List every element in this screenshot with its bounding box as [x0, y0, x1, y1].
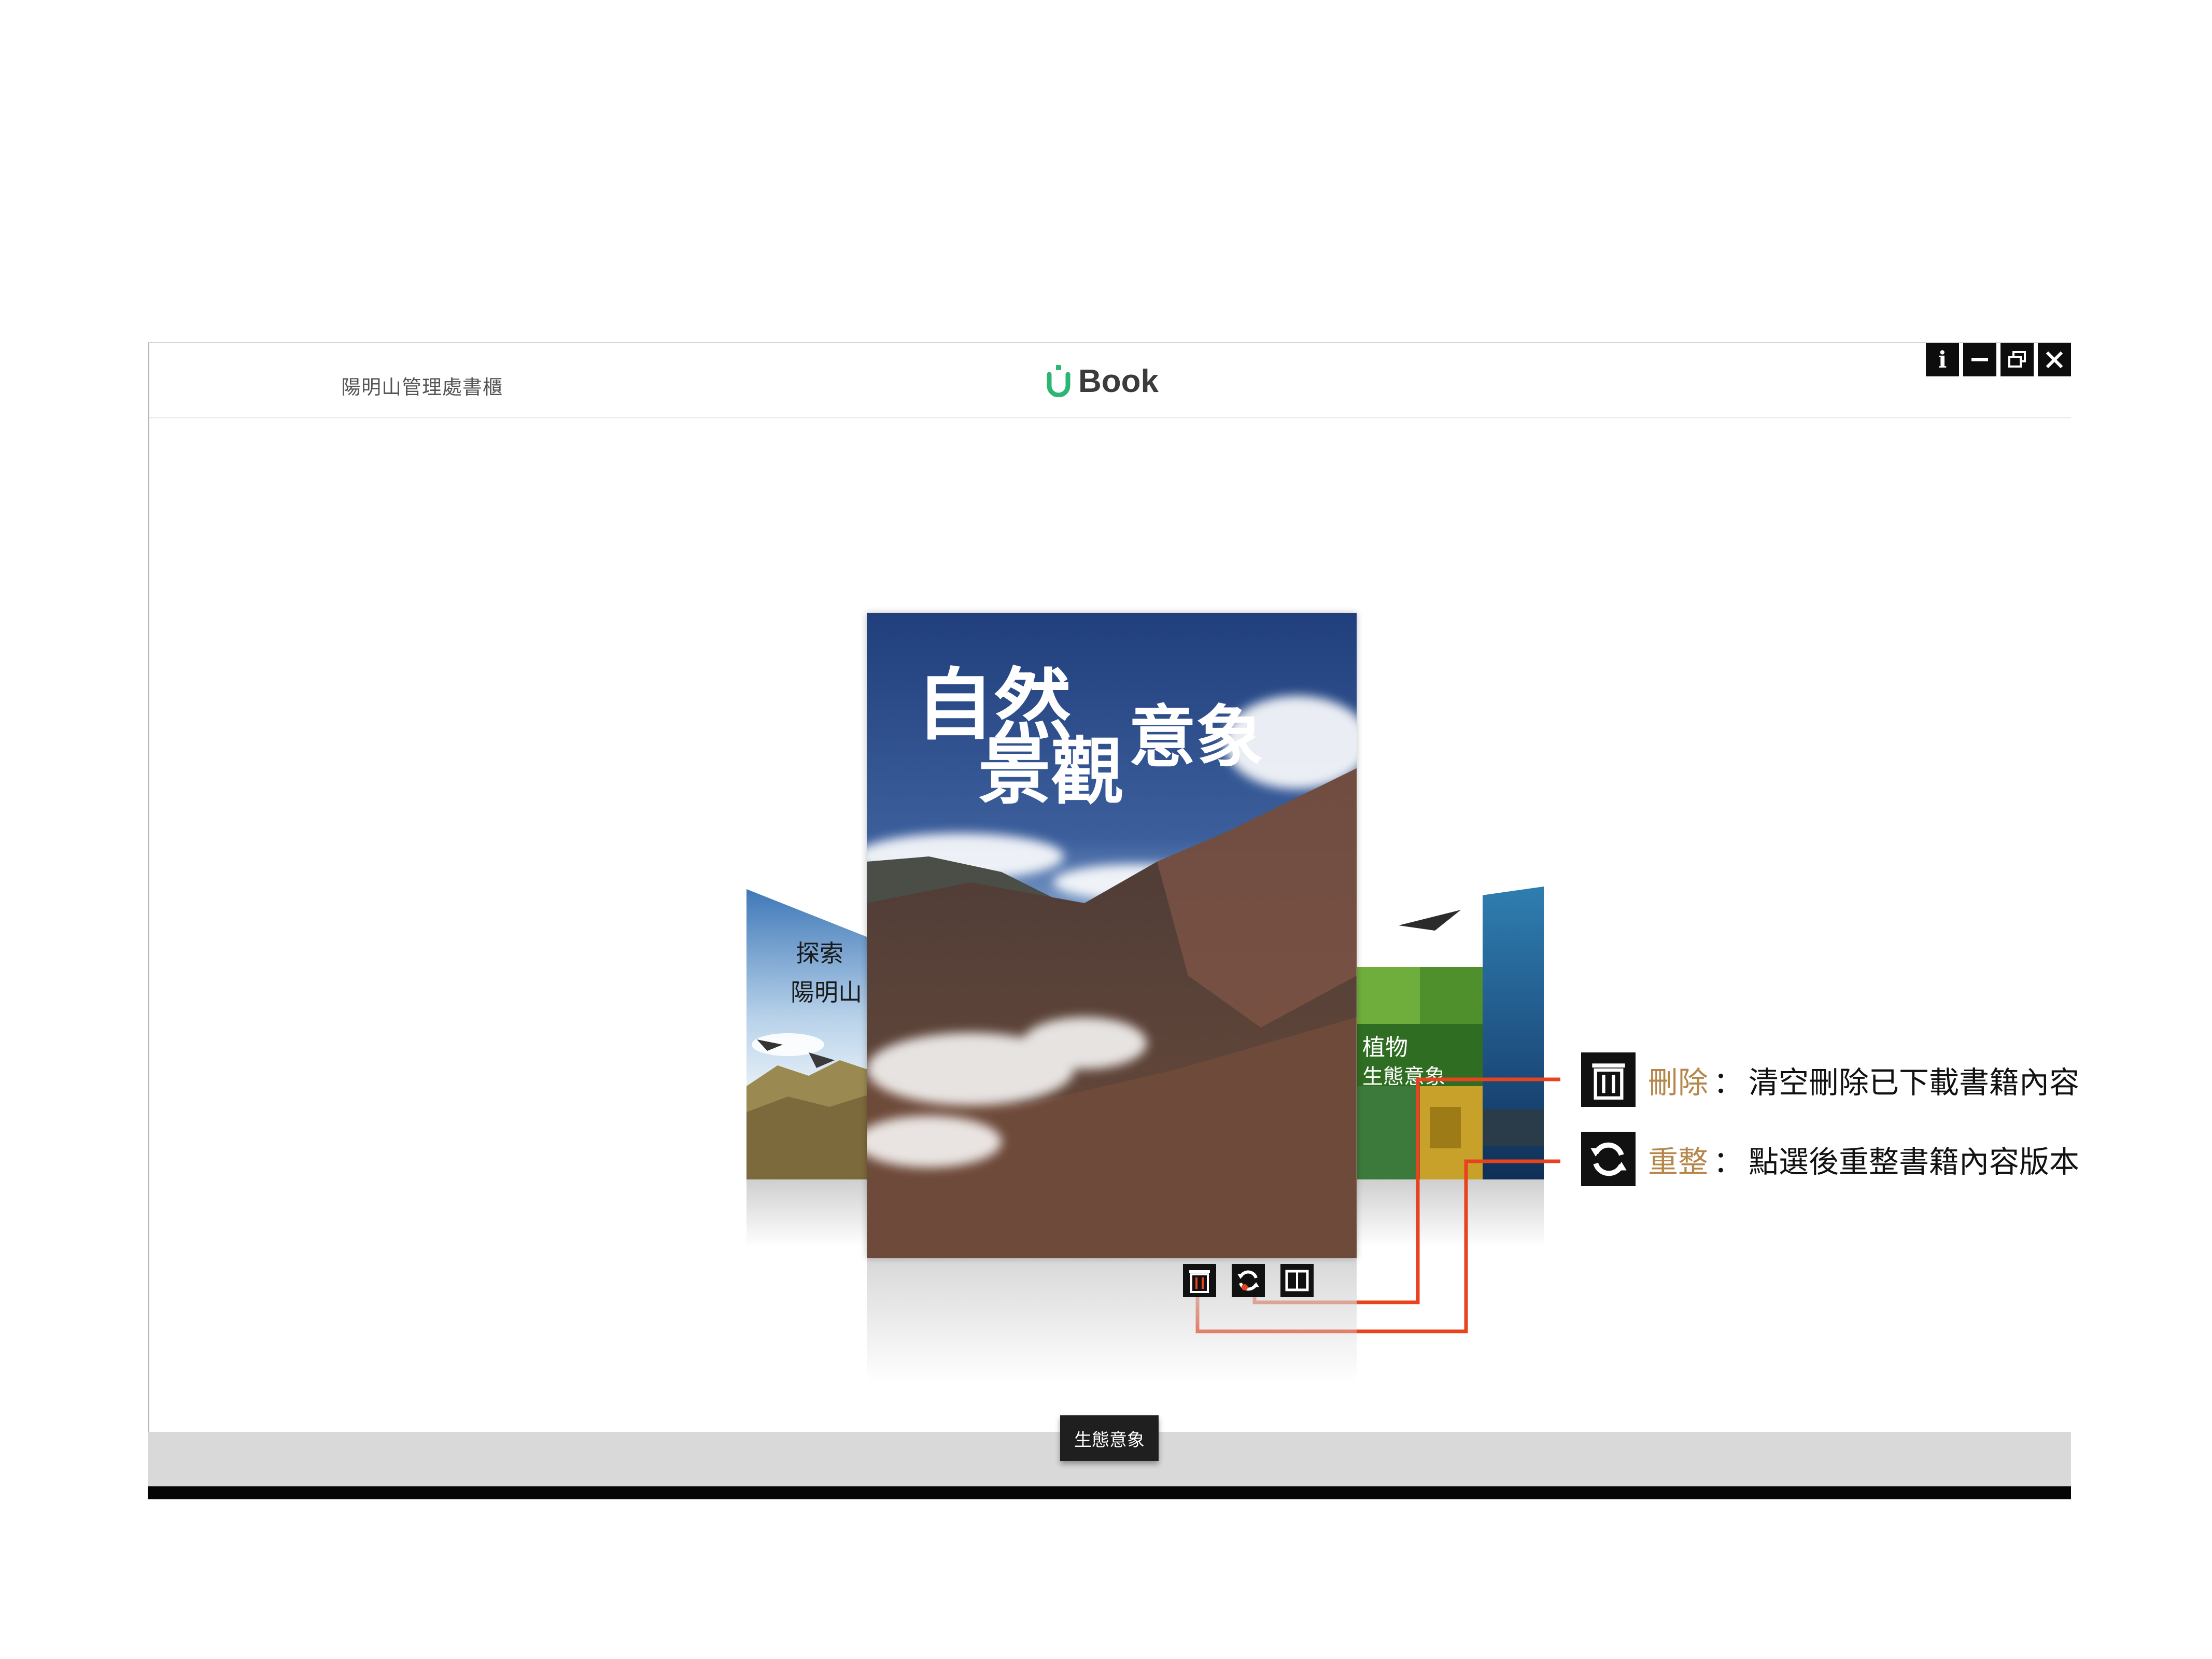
- book-reflection-right: [1357, 1179, 1544, 1247]
- main-cover-title-line2: 景觀: [978, 729, 1123, 814]
- restore-icon: [2008, 351, 2026, 368]
- refresh-book-button[interactable]: [1232, 1264, 1265, 1297]
- refresh-icon: [1590, 1142, 1627, 1176]
- u-logo-icon: [1047, 365, 1070, 397]
- book-cover-main[interactable]: 自然 景觀 意象: [867, 613, 1357, 1258]
- bottom-edge: [148, 1486, 2071, 1499]
- annotation-delete-description: 清空刪除已下載書籍內容: [1749, 1065, 2080, 1100]
- read-book-button[interactable]: [1280, 1264, 1314, 1297]
- book-cover-right-1-art: 植物 生態意象: [1357, 889, 1483, 1179]
- annotation-refresh-label: 重整: [1648, 1145, 1709, 1179]
- trash-icon: [1591, 1063, 1625, 1100]
- main-cover-title-line3: 意象: [1129, 697, 1263, 777]
- annotation-refresh: 重整 ： 點選後重整書籍內容版本: [1581, 1132, 2079, 1186]
- annotation-refresh-colon: ：: [1713, 1145, 1744, 1179]
- info-icon: i: [1938, 346, 1947, 373]
- restore-button[interactable]: [2000, 343, 2034, 376]
- right-cover-title-line2: 生態意象: [1362, 1065, 1445, 1089]
- header: 陽明山管理處書櫃 Book i: [149, 343, 2071, 418]
- book-actions: [1183, 1264, 1329, 1297]
- book-icon: [1285, 1270, 1309, 1291]
- ubook-logo: Book: [1046, 363, 1159, 399]
- shelf-title: 陽明山管理處書櫃: [341, 377, 503, 399]
- book-cover-right-1[interactable]: 植物 生態意象: [1357, 889, 1483, 1179]
- annotation-delete-label: 刪除: [1648, 1065, 1709, 1100]
- page: 陽明山管理處書櫃 Book i 探索 陽明山 植物 生態意象 自然 景觀 意象 …: [0, 0, 2212, 1659]
- window-controls: i: [1922, 343, 2071, 376]
- minimize-icon: [1971, 358, 1988, 361]
- close-icon: [2046, 351, 2063, 369]
- annotation-refresh-description: 點選後重整書籍內容版本: [1749, 1145, 2080, 1179]
- annotation-delete-colon: ：: [1713, 1065, 1744, 1100]
- book-cover-left-art: 探索 陽明山: [746, 889, 871, 1179]
- info-button[interactable]: i: [1926, 343, 1959, 376]
- logo-text: Book: [1078, 363, 1159, 399]
- right-cover-title-line1: 植物: [1362, 1034, 1408, 1061]
- minimize-button[interactable]: [1963, 343, 1996, 376]
- left-cover-title-line1: 探索: [796, 939, 843, 967]
- selected-book-title: 生態意象: [1060, 1415, 1159, 1461]
- annotation-delete-icon-box: [1581, 1052, 1636, 1107]
- annotation-refresh-icon-box: [1581, 1132, 1636, 1186]
- book-cover-left[interactable]: 探索 陽明山: [746, 889, 871, 1179]
- annotation-delete: 刪除 ： 清空刪除已下載書籍內容: [1581, 1052, 2079, 1107]
- trash-icon: [1189, 1270, 1210, 1293]
- left-cover-title-line2: 陽明山: [791, 978, 862, 1006]
- book-cover-main-art: 自然 景觀 意象: [867, 613, 1357, 1258]
- refresh-icon: [1237, 1270, 1259, 1291]
- book-cover-right-2-art: [1482, 887, 1544, 1179]
- delete-book-button[interactable]: [1183, 1264, 1216, 1297]
- close-button[interactable]: [2038, 343, 2071, 376]
- book-cover-right-2[interactable]: [1482, 887, 1544, 1179]
- book-reflection-left: [746, 1179, 871, 1247]
